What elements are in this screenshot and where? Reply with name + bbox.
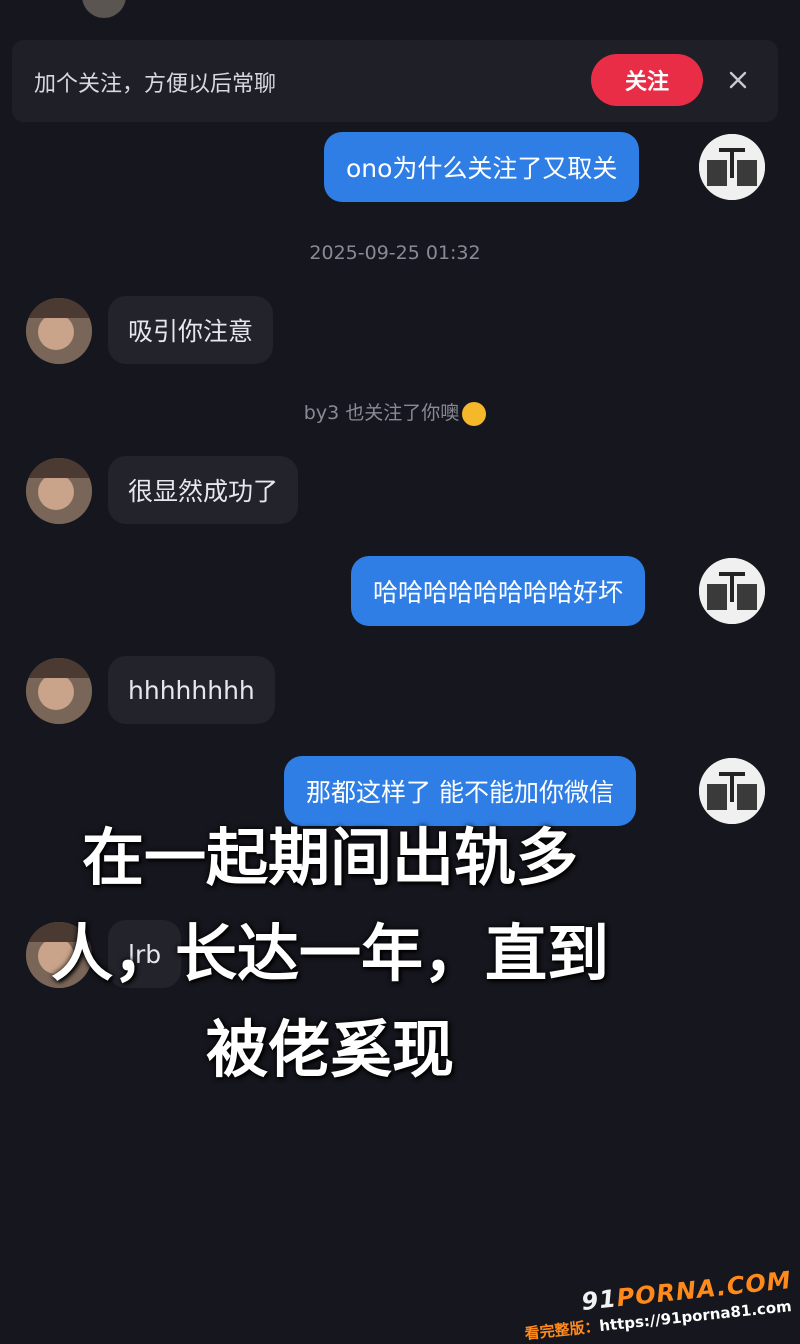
avatar-self[interactable] bbox=[699, 758, 765, 824]
caption-line: 人，长达一年，直到 bbox=[50, 917, 609, 990]
watermark: 91PORNA.COM 看完整版：https://91porna81.com bbox=[524, 1266, 793, 1343]
avatar-image bbox=[699, 134, 765, 200]
chat-timestamp: 2025-09-25 01:32 bbox=[309, 242, 481, 264]
wink-emoji-icon bbox=[462, 401, 487, 426]
avatar-contact[interactable] bbox=[26, 298, 92, 364]
avatar-contact[interactable] bbox=[26, 458, 92, 524]
follow-prompt-text: 加个关注，方便以后常聊 bbox=[34, 72, 277, 97]
message-bubble-sent[interactable]: 哈哈哈哈哈哈哈哈好坏 bbox=[351, 556, 646, 626]
message-bubble-sent[interactable]: ono为什么关注了又取关 bbox=[324, 132, 640, 202]
avatar-partial bbox=[82, 0, 126, 18]
system-notice: by3 也关注了你噢 bbox=[0, 398, 790, 426]
system-notice-text: by3 也关注了你噢 bbox=[303, 402, 460, 424]
message-text: ono为什么关注了又取关 bbox=[346, 154, 618, 183]
caption-line: 被佬奚现 bbox=[205, 1013, 454, 1086]
follow-button[interactable]: 关注 bbox=[591, 54, 703, 106]
video-caption-overlay: 在一起期间出轨多 人，长达一年，直到 被佬奚现 bbox=[0, 810, 660, 1098]
message-text: 吸引你注意 bbox=[128, 317, 254, 346]
avatar-contact[interactable] bbox=[26, 658, 92, 724]
watermark-label: 看完整版： bbox=[523, 1317, 601, 1343]
message-bubble-received[interactable]: hhhhhhhh bbox=[108, 656, 275, 724]
message-text: 很显然成功了 bbox=[128, 477, 279, 506]
message-text: hhhhhhhh bbox=[128, 675, 255, 705]
watermark-prefix: 91 bbox=[580, 1284, 619, 1316]
follow-banner: 加个关注，方便以后常聊 关注 bbox=[12, 40, 778, 122]
close-icon[interactable] bbox=[718, 60, 758, 100]
message-text: 哈哈哈哈哈哈哈哈好坏 bbox=[373, 578, 624, 607]
message-bubble-received[interactable]: 吸引你注意 bbox=[108, 296, 274, 364]
avatar-self[interactable] bbox=[699, 558, 765, 624]
avatar-image bbox=[699, 558, 765, 624]
message-bubble-received[interactable]: 很显然成功了 bbox=[108, 456, 299, 524]
avatar-image bbox=[26, 658, 92, 724]
caption-line: 在一起期间出轨多 bbox=[81, 821, 578, 894]
avatar-image bbox=[26, 458, 92, 524]
avatar-image bbox=[26, 298, 92, 364]
message-text: 那都这样了 能不能加你微信 bbox=[306, 778, 614, 807]
avatar-self[interactable] bbox=[699, 134, 765, 200]
avatar-image bbox=[699, 758, 765, 824]
